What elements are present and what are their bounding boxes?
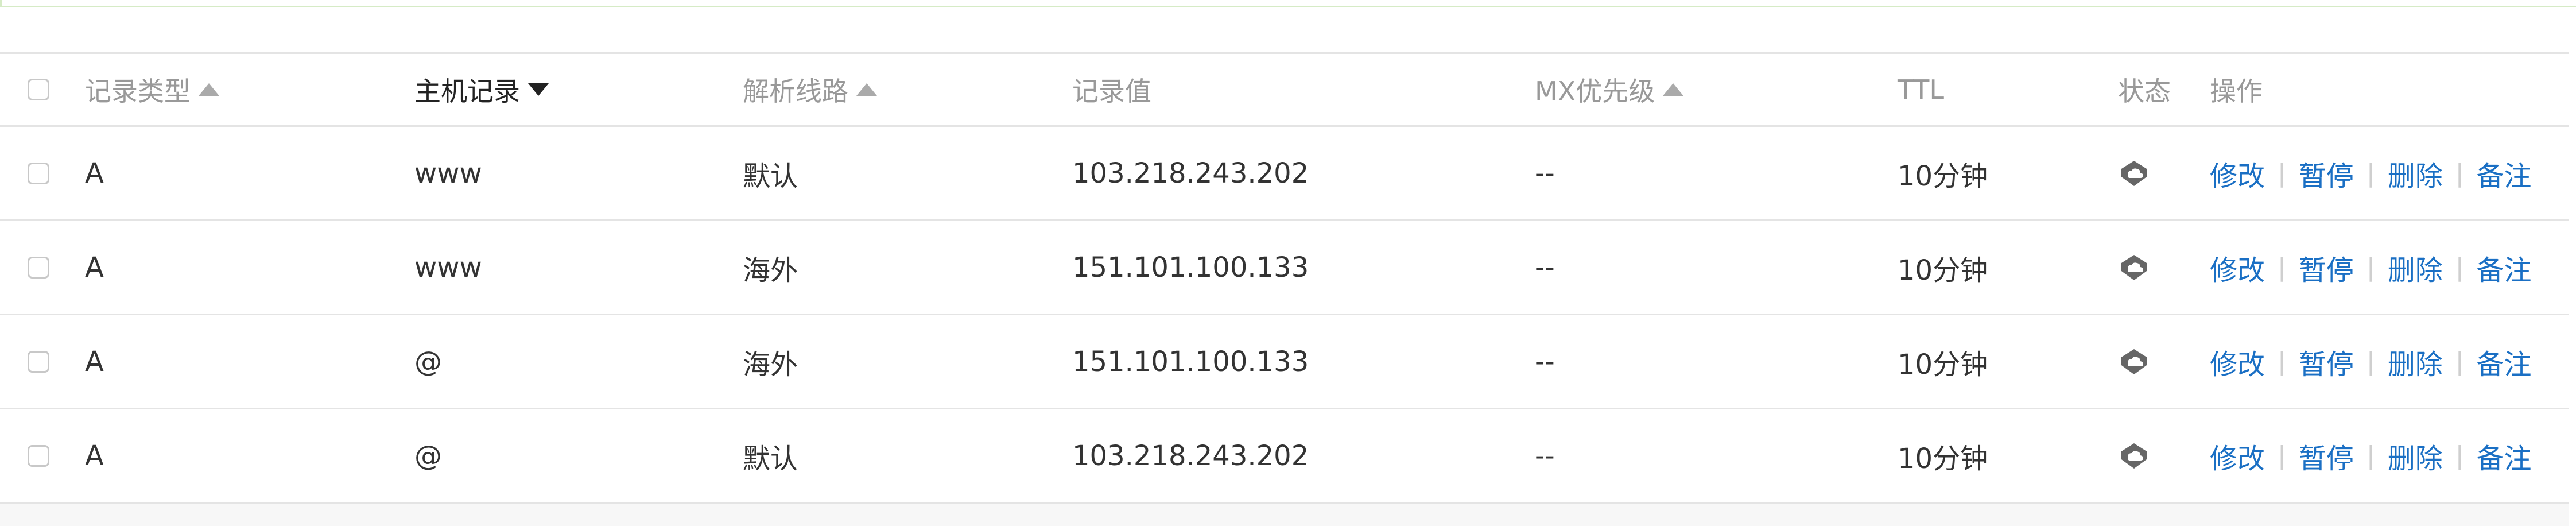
action-separator: | bbox=[2366, 158, 2375, 188]
host-record: @ bbox=[414, 439, 442, 472]
cloud-status-icon[interactable] bbox=[2118, 221, 2150, 314]
table-header: 记录类型 主机记录 解析线路 记录值 MX优先级 TTL 状态 操作 bbox=[0, 52, 2569, 127]
row-checkbox[interactable] bbox=[28, 350, 49, 373]
table-row: A www 海外 151.101.100.133 -- 10分钟 修改 | 暂停… bbox=[0, 221, 2569, 315]
action-separator: | bbox=[2278, 158, 2286, 188]
edit-link[interactable]: 修改 bbox=[2210, 153, 2265, 194]
note-link[interactable]: 备注 bbox=[2477, 153, 2532, 194]
table-row: A @ 默认 103.218.243.202 -- 10分钟 修改 | 暂停 |… bbox=[0, 409, 2569, 504]
row-checkbox-cell bbox=[28, 127, 49, 219]
row-actions: 修改 | 暂停 | 删除 | 备注 bbox=[2210, 315, 2532, 408]
select-all-cell bbox=[28, 54, 49, 125]
row-checkbox-cell bbox=[28, 409, 49, 502]
ttl-value: 10分钟 bbox=[1898, 160, 1988, 192]
record-type: A bbox=[85, 157, 104, 189]
column-operations-label: 操作 bbox=[2210, 76, 2263, 107]
edit-link[interactable]: 修改 bbox=[2210, 247, 2265, 288]
column-mx-priority-label: MX优先级 bbox=[1535, 76, 1655, 107]
ttl-value: 10分钟 bbox=[1898, 254, 1988, 287]
column-ttl: TTL bbox=[1898, 54, 1944, 125]
action-separator: | bbox=[2278, 253, 2286, 282]
cloud-status-icon[interactable] bbox=[2118, 127, 2150, 219]
row-checkbox-cell bbox=[28, 221, 49, 314]
record-type: A bbox=[85, 345, 104, 378]
column-resolution-line[interactable]: 解析线路 bbox=[743, 54, 877, 125]
delete-link[interactable]: 删除 bbox=[2388, 436, 2443, 476]
action-separator: | bbox=[2455, 158, 2464, 188]
column-record-type[interactable]: 记录类型 bbox=[85, 54, 219, 125]
host-record: @ bbox=[414, 345, 442, 378]
note-link[interactable]: 备注 bbox=[2477, 342, 2532, 382]
pause-link[interactable]: 暂停 bbox=[2299, 153, 2354, 194]
host-record: www bbox=[414, 251, 482, 284]
column-record-value-label: 记录值 bbox=[1072, 76, 1151, 107]
mx-priority: -- bbox=[1535, 251, 1555, 284]
sort-asc-icon bbox=[1663, 83, 1684, 96]
resolution-line: 默认 bbox=[743, 160, 798, 192]
record-value: 151.101.100.133 bbox=[1072, 251, 1309, 284]
ttl-value: 10分钟 bbox=[1898, 442, 1988, 475]
action-separator: | bbox=[2366, 347, 2375, 376]
column-status: 状态 bbox=[2118, 54, 2171, 125]
edit-link[interactable]: 修改 bbox=[2210, 436, 2265, 476]
row-actions: 修改 | 暂停 | 删除 | 备注 bbox=[2210, 221, 2532, 314]
mx-priority: -- bbox=[1535, 345, 1555, 378]
record-type: A bbox=[85, 439, 104, 472]
column-record-type-label: 记录类型 bbox=[85, 76, 191, 107]
row-actions: 修改 | 暂停 | 删除 | 备注 bbox=[2210, 127, 2532, 219]
delete-link[interactable]: 删除 bbox=[2388, 153, 2443, 194]
action-separator: | bbox=[2278, 441, 2286, 470]
record-value: 151.101.100.133 bbox=[1072, 345, 1309, 378]
resolution-line: 默认 bbox=[743, 442, 798, 475]
note-link[interactable]: 备注 bbox=[2477, 436, 2532, 476]
cloud-status-icon[interactable] bbox=[2118, 409, 2150, 502]
ttl-value: 10分钟 bbox=[1898, 348, 1988, 381]
mx-priority: -- bbox=[1535, 439, 1555, 472]
column-mx-priority[interactable]: MX优先级 bbox=[1535, 54, 1684, 125]
note-link[interactable]: 备注 bbox=[2477, 247, 2532, 288]
column-host-record-label: 主机记录 bbox=[414, 76, 520, 107]
row-checkbox[interactable] bbox=[28, 256, 49, 279]
cloud-status-icon[interactable] bbox=[2118, 315, 2150, 408]
action-separator: | bbox=[2366, 253, 2375, 282]
record-type: A bbox=[85, 251, 104, 284]
host-record: www bbox=[414, 157, 482, 189]
record-value: 103.218.243.202 bbox=[1072, 157, 1309, 189]
action-separator: | bbox=[2455, 347, 2464, 376]
top-banner bbox=[0, 0, 2576, 7]
action-separator: | bbox=[2455, 253, 2464, 282]
select-all-checkbox[interactable] bbox=[28, 79, 49, 100]
pause-link[interactable]: 暂停 bbox=[2299, 342, 2354, 382]
column-status-label: 状态 bbox=[2118, 76, 2171, 107]
action-separator: | bbox=[2278, 347, 2286, 376]
sort-desc-icon bbox=[528, 83, 549, 96]
edit-link[interactable]: 修改 bbox=[2210, 342, 2265, 382]
row-actions: 修改 | 暂停 | 删除 | 备注 bbox=[2210, 409, 2532, 502]
pause-link[interactable]: 暂停 bbox=[2299, 247, 2354, 288]
column-record-value: 记录值 bbox=[1072, 54, 1151, 125]
delete-link[interactable]: 删除 bbox=[2388, 342, 2443, 382]
resolution-line: 海外 bbox=[743, 348, 798, 381]
dns-records-table: 记录类型 主机记录 解析线路 记录值 MX优先级 TTL 状态 操作 A www… bbox=[0, 52, 2569, 504]
record-value: 103.218.243.202 bbox=[1072, 439, 1309, 472]
delete-link[interactable]: 删除 bbox=[2388, 247, 2443, 288]
mx-priority: -- bbox=[1535, 157, 1555, 189]
column-operations: 操作 bbox=[2210, 54, 2263, 125]
column-resolution-line-label: 解析线路 bbox=[743, 76, 848, 107]
row-checkbox-cell bbox=[28, 315, 49, 408]
resolution-line: 海外 bbox=[743, 254, 798, 287]
table-footer bbox=[0, 504, 2569, 526]
table-row: A www 默认 103.218.243.202 -- 10分钟 修改 | 暂停… bbox=[0, 127, 2569, 221]
action-separator: | bbox=[2366, 441, 2375, 470]
action-separator: | bbox=[2455, 441, 2464, 470]
sort-asc-icon bbox=[199, 83, 219, 96]
pause-link[interactable]: 暂停 bbox=[2299, 436, 2354, 476]
sort-asc-icon bbox=[856, 83, 877, 96]
table-row: A @ 海外 151.101.100.133 -- 10分钟 修改 | 暂停 |… bbox=[0, 315, 2569, 409]
row-checkbox[interactable] bbox=[28, 162, 49, 184]
row-checkbox[interactable] bbox=[28, 444, 49, 467]
column-host-record[interactable]: 主机记录 bbox=[414, 54, 549, 125]
column-ttl-label: TTL bbox=[1898, 74, 1945, 105]
